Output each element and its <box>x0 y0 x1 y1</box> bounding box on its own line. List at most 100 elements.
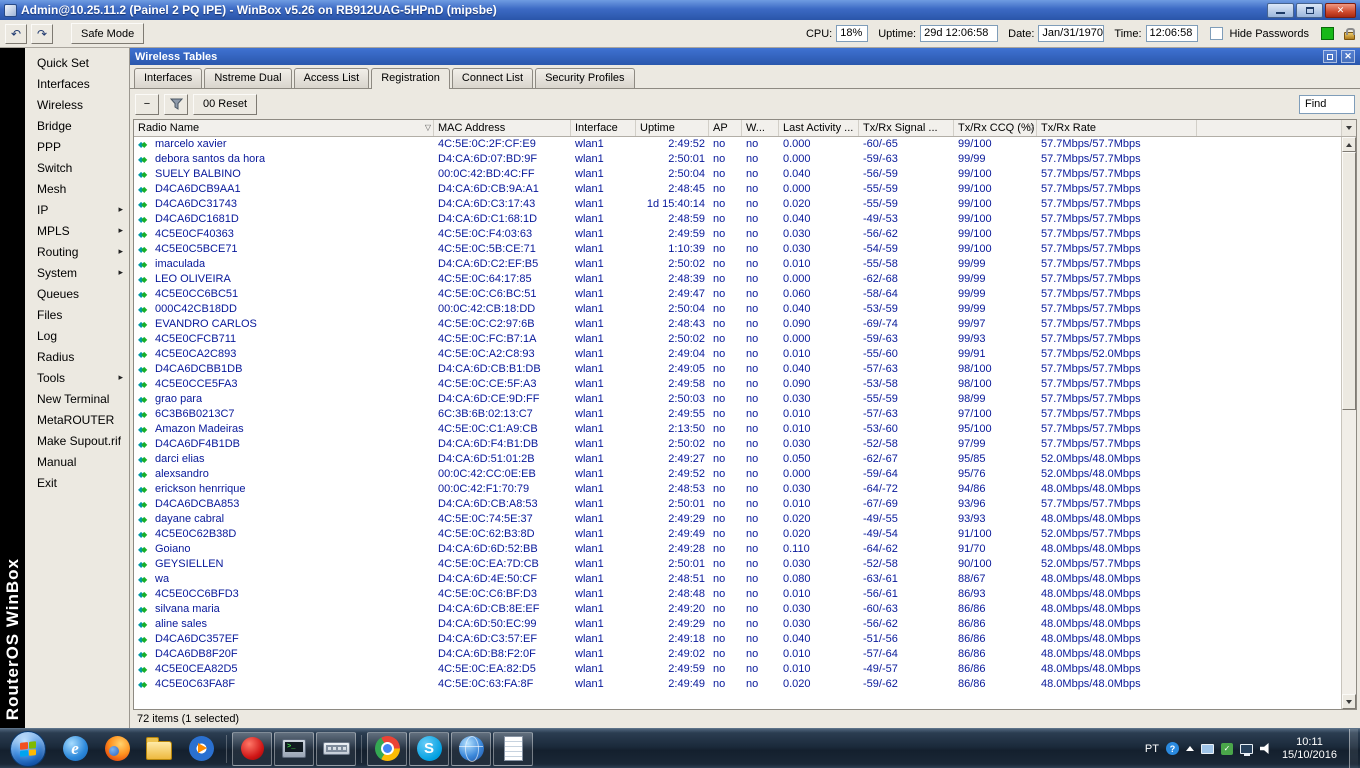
keyboard-icon[interactable] <box>316 731 356 766</box>
firefox-icon[interactable] <box>97 732 137 766</box>
scroll-down-button[interactable] <box>1342 694 1356 709</box>
find-button[interactable]: Find <box>1299 94 1355 114</box>
file-explorer-icon[interactable] <box>139 732 179 766</box>
network-icon[interactable] <box>1239 743 1253 756</box>
close-button[interactable]: ✕ <box>1325 2 1356 18</box>
sidebar-item-system[interactable]: System <box>25 262 129 283</box>
registration-row[interactable]: wa D4:CA:6D:4E:50:CF wlan1 2:48:51 no no 0.080… <box>134 572 1341 587</box>
tab-access-list[interactable]: Access List <box>293 68 370 88</box>
registration-row[interactable]: 4C5E0CC6BC51 4C:5E:0C:C6:BC:51 wlan1 2:49:4… <box>134 287 1341 302</box>
registration-row[interactable]: aline sales D4:CA:6D:50:EC:99 wlan1 2:49:29… <box>134 617 1341 632</box>
maximize-button[interactable] <box>1296 2 1323 18</box>
registration-row[interactable]: D4CA6DCB9AA1 D4:CA:6D:CB:9A:A1 wlan1 2:48:4… <box>134 182 1341 197</box>
internet-explorer-icon[interactable] <box>55 732 95 766</box>
skype-icon[interactable] <box>409 731 449 766</box>
registration-row[interactable]: debora santos da hora D4:CA:6D:07:BD:9F wl… <box>134 152 1341 167</box>
column-header-w[interactable]: W... <box>742 120 779 136</box>
sidebar-item-files[interactable]: Files <box>25 304 129 325</box>
sidebar-item-radius[interactable]: Radius <box>25 346 129 367</box>
tab-nstreme-dual[interactable]: Nstreme Dual <box>204 68 292 88</box>
tab-interfaces[interactable]: Interfaces <box>134 68 203 88</box>
registration-row[interactable]: SUELY BALBINO 00:0C:42:BD:4C:FF wlan1 2:50:… <box>134 167 1341 182</box>
sidebar-item-tools[interactable]: Tools <box>25 367 129 388</box>
sidebar-item-bridge[interactable]: Bridge <box>25 115 129 136</box>
sidebar-item-switch[interactable]: Switch <box>25 157 129 178</box>
sidebar-item-new-terminal[interactable]: New Terminal <box>25 388 129 409</box>
registration-row[interactable]: D4CA6DC1681D D4:CA:6D:C1:68:1D wlan1 2:48:5… <box>134 212 1341 227</box>
registration-row[interactable]: 4C5E0CC6BFD3 4C:5E:0C:C6:BF:D3 wlan1 2:48:4… <box>134 587 1341 602</box>
registration-row[interactable]: Amazon Madeiras 4C:5E:0C:C1:A9:CB wlan1 2:1… <box>134 422 1341 437</box>
sidebar-item-interfaces[interactable]: Interfaces <box>25 73 129 94</box>
registration-row[interactable]: grao para D4:CA:6D:CE:9D:FF wlan1 2:50:03 no… <box>134 392 1341 407</box>
scrollbar-track[interactable] <box>1342 152 1356 694</box>
hide-passwords-checkbox[interactable] <box>1209 27 1223 40</box>
column-header-last-activity[interactable]: Last Activity ... <box>779 120 859 136</box>
language-indicator[interactable]: PT <box>1145 743 1159 755</box>
registration-row[interactable]: imaculada D4:CA:6D:C2:EF:B5 wlan1 2:50:02 no… <box>134 257 1341 272</box>
media-player-icon[interactable] <box>181 732 221 766</box>
registration-row[interactable]: 4C5E0CFCB711 4C:5E:0C:FC:B7:1A wlan1 2:50:0… <box>134 332 1341 347</box>
column-chooser-button[interactable] <box>1341 120 1356 136</box>
registration-row[interactable]: GEYSIELLEN 4C:5E:0C:EA:7D:CB wlan1 2:50:01 n… <box>134 557 1341 572</box>
registration-row[interactable]: D4CA6DC357EF D4:CA:6D:C3:57:EF wlan1 2:49:1… <box>134 632 1341 647</box>
registration-row[interactable]: Goiano D4:CA:6D:6D:52:BB wlan1 2:49:28 no no 0… <box>134 542 1341 557</box>
sidebar-item-ip[interactable]: IP <box>25 199 129 220</box>
redo-button[interactable]: ↷ <box>31 23 53 44</box>
start-button[interactable] <box>10 730 46 767</box>
vertical-scrollbar[interactable] <box>1341 137 1356 709</box>
registration-row[interactable]: 4C5E0CF40363 4C:5E:0C:F4:03:63 wlan1 2:49:5… <box>134 227 1341 242</box>
registration-row[interactable]: D4CA6DB8F20F D4:CA:6D:B8:F2:0F wlan1 2:49:0… <box>134 647 1341 662</box>
undo-button[interactable]: ↶ <box>5 23 27 44</box>
scroll-up-button[interactable] <box>1342 137 1356 152</box>
registration-row[interactable]: 4C5E0CCE5FA3 4C:5E:0C:CE:5F:A3 wlan1 2:49:5… <box>134 377 1341 392</box>
network-globe-icon[interactable] <box>451 731 491 766</box>
column-header-ap[interactable]: AP <box>709 120 742 136</box>
remove-button[interactable]: − <box>135 93 159 115</box>
registration-row[interactable]: 4C5E0C62B38D 4C:5E:0C:62:B3:8D wlan1 2:49:4… <box>134 527 1341 542</box>
safe-mode-button[interactable]: Safe Mode <box>71 23 145 44</box>
registration-row[interactable]: 000C42CB18DD 00:0C:42:CB:18:DD wlan1 2:50:0… <box>134 302 1341 317</box>
column-header-mac-address[interactable]: MAC Address <box>434 120 571 136</box>
column-header-tx-rx-signal[interactable]: Tx/Rx Signal ... <box>859 120 954 136</box>
registration-row[interactable]: marcelo xavier 4C:5E:0C:2F:CF:E9 wlan1 2:49… <box>134 137 1341 152</box>
display-icon[interactable] <box>1200 743 1214 754</box>
sidebar-item-routing[interactable]: Routing <box>25 241 129 262</box>
registration-row[interactable]: 4C5E0C63FA8F 4C:5E:0C:63:FA:8F wlan1 2:49:4… <box>134 677 1341 692</box>
sidebar-item-mpls[interactable]: MPLS <box>25 220 129 241</box>
sidebar-item-wireless[interactable]: Wireless <box>25 94 129 115</box>
registration-row[interactable]: silvana maria D4:CA:6D:CB:8E:EF wlan1 2:49:… <box>134 602 1341 617</box>
registration-row[interactable]: alexsandro 00:0C:42:CC:0E:EB wlan1 2:49:52 n… <box>134 467 1341 482</box>
registration-row[interactable]: D4CA6DF4B1DB D4:CA:6D:F4:B1:DB wlan1 2:50:0… <box>134 437 1341 452</box>
sidebar-item-exit[interactable]: Exit <box>25 472 129 493</box>
filter-button[interactable] <box>164 93 188 115</box>
clock[interactable]: 10:11 15/10/2016 <box>1282 736 1337 762</box>
registration-row[interactable]: erickson henrrique 00:0C:42:F1:70:79 wlan1… <box>134 482 1341 497</box>
sidebar-item-mesh[interactable]: Mesh <box>25 178 129 199</box>
column-header-tx-rx-rate[interactable]: Tx/Rx Rate <box>1037 120 1197 136</box>
registration-row[interactable]: D4CA6DC31743 D4:CA:6D:C3:17:43 wlan1 1d 15:… <box>134 197 1341 212</box>
registration-row[interactable]: D4CA6DCBB1DB D4:CA:6D:CB:B1:DB wlan1 2:49:0… <box>134 362 1341 377</box>
panel-close-button[interactable]: ✕ <box>1341 50 1355 63</box>
column-header-interface[interactable]: Interface <box>571 120 636 136</box>
show-desktop-button[interactable] <box>1349 728 1358 768</box>
registration-row[interactable]: 4C5E0CA2C893 4C:5E:0C:A2:C8:93 wlan1 2:49:0… <box>134 347 1341 362</box>
column-header-radio-name[interactable]: Radio Name <box>134 120 434 136</box>
winbox-icon[interactable] <box>232 731 272 766</box>
tab-registration[interactable]: Registration <box>371 68 450 89</box>
registration-row[interactable]: darci elias D4:CA:6D:51:01:2B wlan1 2:49:27… <box>134 452 1341 467</box>
panel-maximize-button[interactable] <box>1323 50 1337 63</box>
sidebar-item-manual[interactable]: Manual <box>25 451 129 472</box>
hidden-icons-arrow[interactable] <box>1185 746 1194 751</box>
registration-row[interactable]: D4CA6DCBA853 D4:CA:6D:CB:A8:53 wlan1 2:50:0… <box>134 497 1341 512</box>
column-header-uptime[interactable]: Uptime <box>636 120 709 136</box>
column-header-tx-rx-ccq[interactable]: Tx/Rx CCQ (%) <box>954 120 1037 136</box>
sidebar-item-queues[interactable]: Queues <box>25 283 129 304</box>
registration-row[interactable]: 4C5E0CEA82D5 4C:5E:0C:EA:82:D5 wlan1 2:49:5… <box>134 662 1341 677</box>
reset-counters-button[interactable]: 00 Reset <box>193 93 258 115</box>
sidebar-item-metarouter[interactable]: MetaROUTER <box>25 409 129 430</box>
sidebar-item-make-supout-rif[interactable]: Make Supout.rif <box>25 430 129 451</box>
sidebar-item-quick-set[interactable]: Quick Set <box>25 52 129 73</box>
registration-row[interactable]: EVANDRO CARLOS 4C:5E:0C:C2:97:6B wlan1 2:48… <box>134 317 1341 332</box>
minimize-button[interactable] <box>1267 2 1294 18</box>
volume-icon[interactable] <box>1259 742 1269 755</box>
